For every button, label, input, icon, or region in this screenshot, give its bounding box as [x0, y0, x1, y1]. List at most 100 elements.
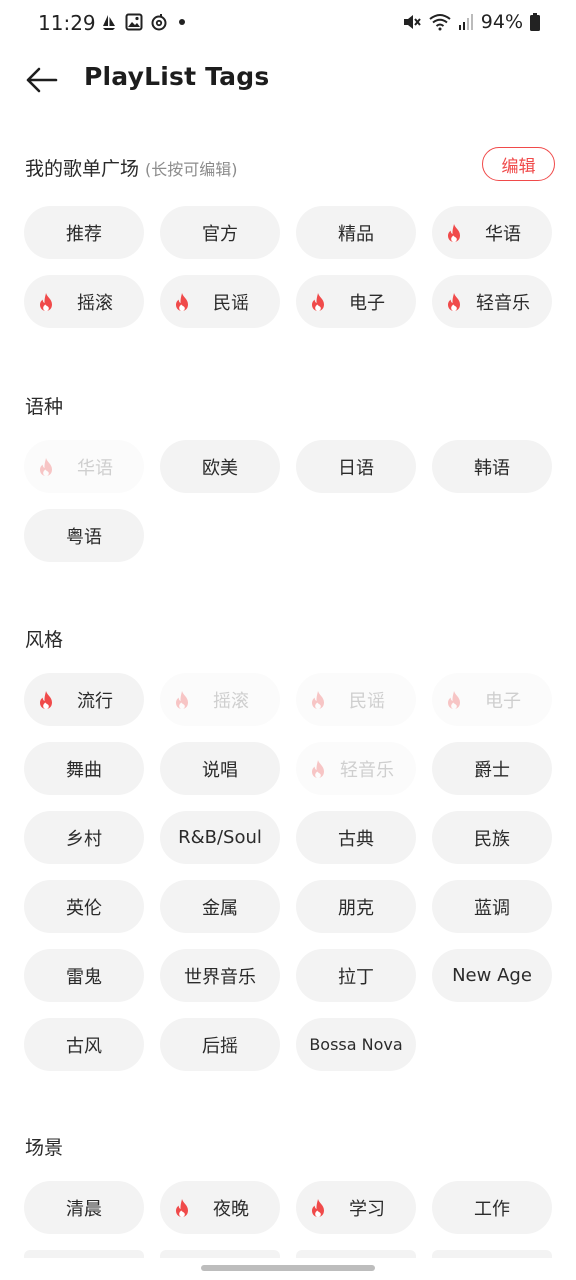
back-button[interactable] [22, 60, 62, 100]
tag-label: 流行 [77, 690, 113, 712]
tag-chip[interactable]: Bossa Nova [296, 1018, 416, 1071]
tag-chip[interactable]: 舞曲 [24, 742, 144, 795]
section-title-my-square: 我的歌单广场 (长按可编辑) [25, 154, 238, 181]
tag-label: 蓝调 [474, 897, 510, 919]
tag-label: 金属 [202, 897, 238, 919]
tag-label: 爵士 [474, 759, 510, 781]
tag-label: 清晨 [66, 1198, 102, 1220]
tag-chip[interactable]: 说唱 [160, 742, 280, 795]
status-bar: 11:29 94% [0, 0, 576, 48]
battery-percentage: 94% [480, 11, 523, 33]
tag-chip[interactable]: 清晨 [24, 1181, 144, 1234]
tag-chip[interactable]: 精品 [296, 206, 416, 259]
flame-icon [40, 458, 52, 476]
tag-chip[interactable]: 粤语 [24, 509, 144, 562]
tag-chip[interactable]: 蓝调 [432, 880, 552, 933]
tag-chip[interactable]: 推荐 [24, 206, 144, 259]
tag-chip[interactable]: 乡村 [24, 811, 144, 864]
tag-label: 轻音乐 [340, 759, 394, 781]
tag-chip[interactable]: 古典 [296, 811, 416, 864]
tag-label: 英伦 [66, 897, 102, 919]
tag-label: 夜晚 [213, 1198, 249, 1220]
tag-chip[interactable]: 金属 [160, 880, 280, 933]
clipped-tag[interactable] [160, 1250, 280, 1258]
tag-chip[interactable]: 工作 [432, 1181, 552, 1234]
tag-chip[interactable]: 欧美 [160, 440, 280, 493]
clipped-tag[interactable] [24, 1250, 144, 1258]
edit-button[interactable]: 编辑 [482, 147, 555, 181]
tag-chip[interactable]: 朋克 [296, 880, 416, 933]
style-tag-grid: 流行 摇滚 民谣 电子舞曲 说唱 轻音乐 爵士乡村 R&B/Soul 古典 民族英伦 金属 朋… [24, 673, 552, 1071]
tag-chip[interactable]: 电子 [296, 275, 416, 328]
mute-icon [403, 15, 421, 29]
tag-label: 华语 [77, 457, 113, 479]
tag-chip[interactable]: 轻音乐 [432, 275, 552, 328]
tag-chip[interactable]: 日语 [296, 440, 416, 493]
tag-label: 乡村 [66, 828, 102, 850]
battery-icon [530, 13, 540, 31]
tag-label: 工作 [474, 1198, 510, 1220]
tag-label: 世界音乐 [184, 966, 256, 988]
tag-chip[interactable]: 学习 [296, 1181, 416, 1234]
home-indicator[interactable] [201, 1265, 375, 1271]
flame-icon [312, 293, 324, 311]
language-tag-grid: 华语 欧美 日语 韩语粤语 [24, 440, 552, 562]
clipped-tag[interactable] [432, 1250, 552, 1258]
more-notifications-dot [179, 19, 185, 25]
tag-label: 推荐 [66, 223, 102, 245]
next-row-clipped [24, 1250, 552, 1258]
flame-icon [312, 691, 324, 709]
signal-icon [458, 14, 473, 30]
page-title: PlayList Tags [84, 62, 270, 91]
tag-chip[interactable]: 夜晚 [160, 1181, 280, 1234]
flame-icon [312, 760, 324, 778]
tag-label: 民谣 [213, 292, 249, 314]
tag-label: 拉丁 [338, 966, 374, 988]
tag-chip[interactable]: 官方 [160, 206, 280, 259]
image-icon [125, 13, 143, 31]
flame-icon [176, 293, 188, 311]
tag-chip: 华语 [24, 440, 144, 493]
tag-label: 华语 [485, 223, 521, 245]
tag-label: 电子 [349, 292, 385, 314]
tag-label: 学习 [349, 1198, 385, 1220]
tag-chip[interactable]: 流行 [24, 673, 144, 726]
tag-label: 摇滚 [213, 690, 249, 712]
tag-chip[interactable]: 拉丁 [296, 949, 416, 1002]
tag-chip[interactable]: 韩语 [432, 440, 552, 493]
tag-chip[interactable]: 爵士 [432, 742, 552, 795]
tag-chip: 摇滚 [160, 673, 280, 726]
tag-label: 摇滚 [77, 292, 113, 314]
app-bar: PlayList Tags [0, 52, 576, 108]
tag-label: 民谣 [349, 690, 385, 712]
arrow-left-icon [26, 67, 58, 93]
tag-label: 轻音乐 [476, 292, 530, 314]
my-square-title: 我的歌单广场 [25, 158, 140, 180]
flame-icon [448, 293, 460, 311]
tag-label: 舞曲 [66, 759, 102, 781]
tag-chip[interactable]: 民谣 [160, 275, 280, 328]
tag-chip[interactable]: 摇滚 [24, 275, 144, 328]
tag-label: 官方 [202, 223, 238, 245]
music-app-icon [151, 14, 167, 31]
sailboat-icon [103, 15, 115, 30]
tag-chip[interactable]: 古风 [24, 1018, 144, 1071]
my-square-tag-grid: 推荐 官方 精品 华语 摇滚 民谣 电子 轻音乐 [24, 206, 552, 328]
tag-label: 电子 [485, 690, 521, 712]
tag-label: 民族 [474, 828, 510, 850]
flame-icon [176, 1199, 188, 1217]
tag-chip[interactable]: 民族 [432, 811, 552, 864]
tag-chip[interactable]: 后摇 [160, 1018, 280, 1071]
tag-label: 欧美 [202, 457, 238, 479]
tag-chip[interactable]: 英伦 [24, 880, 144, 933]
section-title-scene: 场景 [25, 1137, 64, 1159]
tag-chip[interactable]: 雷鬼 [24, 949, 144, 1002]
tag-label: R&B/Soul [178, 827, 262, 848]
flame-icon [448, 691, 460, 709]
tag-chip[interactable]: 世界音乐 [160, 949, 280, 1002]
tag-chip[interactable]: 华语 [432, 206, 552, 259]
clipped-tag[interactable] [296, 1250, 416, 1258]
tag-chip[interactable]: R&B/Soul [160, 811, 280, 864]
tag-chip[interactable]: New Age [432, 949, 552, 1002]
wifi-icon [429, 14, 451, 31]
